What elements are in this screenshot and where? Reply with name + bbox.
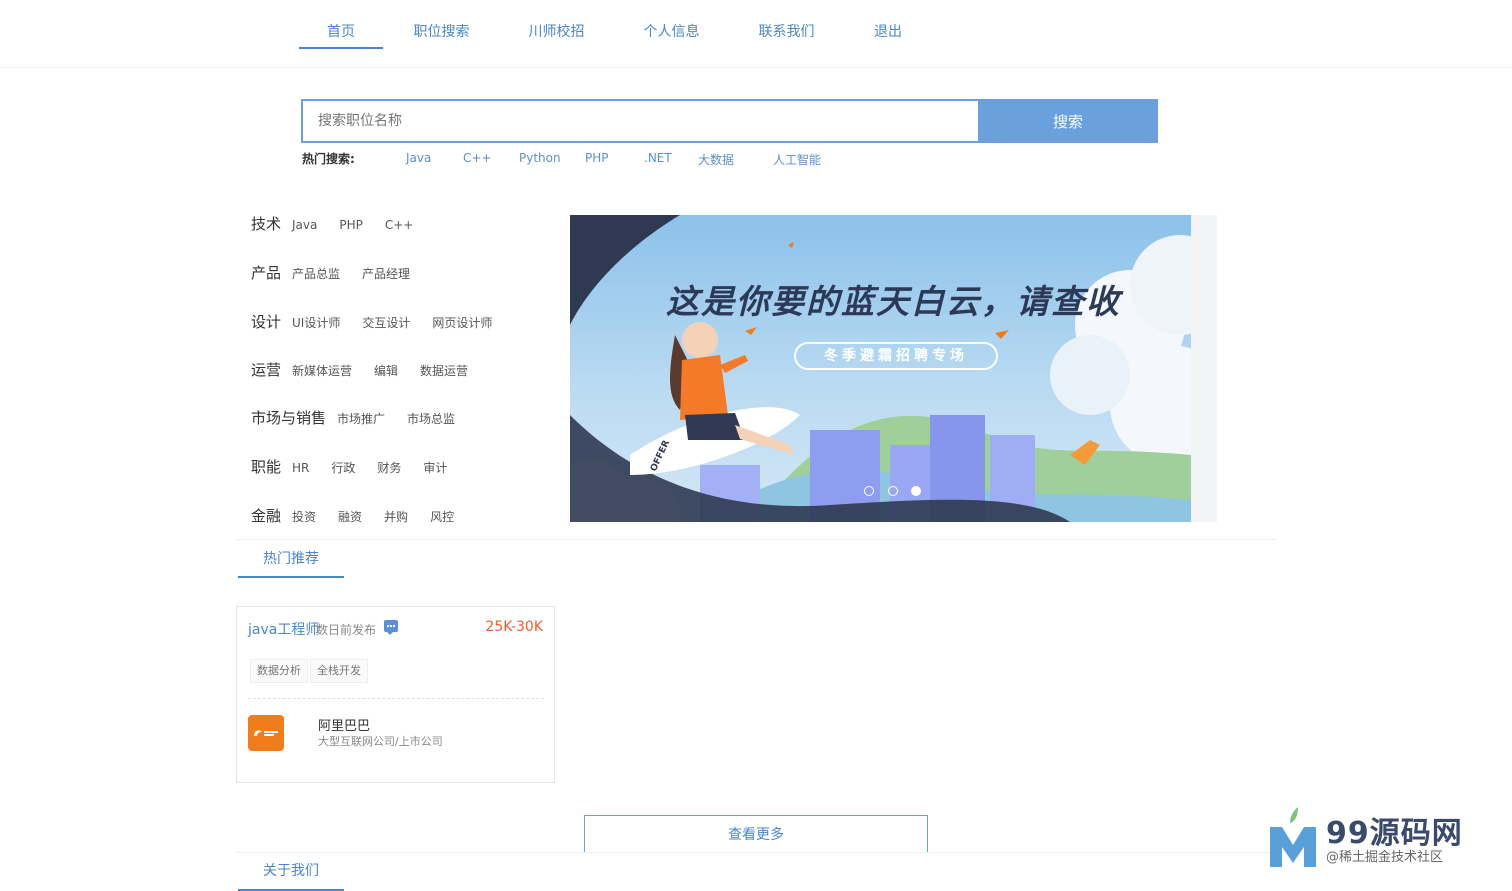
banner-carousel[interactable]: 这是你要的蓝天白云，请查收 冬季避霜招聘专场 OFFER [570,215,1217,522]
banner-slide[interactable]: 这是你要的蓝天白云，请查收 冬季避霜招聘专场 OFFER [570,215,1191,522]
alibaba-logo-icon [254,730,278,736]
hot-keyword-bigdata[interactable]: 大数据 [698,151,734,168]
carousel-dot-3[interactable] [911,486,921,496]
category-link[interactable]: 产品总监 [292,265,340,282]
job-title[interactable]: java工程师 [248,619,319,639]
tab-about-us[interactable]: 关于我们 [238,860,344,891]
company-description: 大型互联网公司/上市公司 [318,735,443,748]
search-bar: 搜索 [301,99,1158,143]
carousel-dot-2[interactable] [888,486,898,496]
nav-item-logout[interactable]: 退出 [866,0,910,50]
section-divider [237,539,1276,540]
category-product: 产品 产品总监 产品经理 [251,262,432,286]
category-link[interactable]: Java [292,218,317,232]
carousel-dot-1[interactable] [864,486,874,496]
category-title: 运营 [251,361,282,379]
category-title: 产品 [251,264,282,282]
category-design: 设计 UI设计师 交互设计 网页设计师 [251,311,514,335]
category-link[interactable]: 风控 [430,508,454,525]
card-divider [248,698,544,699]
banner-subtitle: 冬季避霜招聘专场 [794,342,998,370]
search-button[interactable]: 搜索 [978,99,1158,143]
company-logo[interactable] [248,715,284,751]
category-title: 设计 [251,313,282,331]
hot-keyword-ai[interactable]: 人工智能 [773,151,821,168]
nav-item-home[interactable]: 首页 [299,0,383,49]
category-title: 金融 [251,507,282,525]
job-card[interactable]: java工程师 数日前发布 25K-30K 数据分析 全栈开发 阿里巴巴 大型互… [236,606,555,783]
category-link[interactable]: UI设计师 [292,314,340,331]
category-link[interactable]: PHP [339,218,363,232]
category-link[interactable]: 新媒体运营 [292,362,352,379]
category-link[interactable]: 数据运营 [420,362,468,379]
job-tag: 数据分析 [250,659,308,683]
category-link[interactable]: 融资 [338,508,362,525]
watermark-subtext: @稀土掘金技术社区 [1326,850,1444,865]
view-more-button[interactable]: 查看更多 [584,815,928,853]
job-date: 数日前发布 [316,623,377,637]
category-link[interactable]: 并购 [384,508,408,525]
section-divider [237,852,1276,853]
job-salary: 25K-30K [485,619,543,635]
category-link[interactable]: HR [292,461,309,475]
search-input[interactable] [301,99,978,143]
job-tag: 全栈开发 [310,659,368,683]
category-title: 市场与销售 [251,409,327,427]
category-link[interactable]: 市场总监 [407,410,455,427]
banner-title: 这是你要的蓝天白云，请查收 [666,282,1121,321]
hot-search-label: 热门搜索: [302,152,355,166]
category-link[interactable]: 编辑 [374,362,398,379]
category-operations: 运营 新媒体运营 编辑 数据运营 [251,359,490,383]
category-link[interactable]: 财务 [377,459,401,476]
category-link[interactable]: 审计 [423,459,447,476]
category-title: 技术 [251,215,282,233]
hot-keyword-python[interactable]: Python [519,151,561,165]
watermark-logo-icon [1270,807,1316,867]
nav-item-campus-recruit[interactable]: 川师校招 [520,0,593,50]
company-name[interactable]: 阿里巴巴 [318,715,370,734]
category-finance: 金融 投资 融资 并购 风控 [251,505,476,529]
nav-item-contact[interactable]: 联系我们 [750,0,823,50]
category-link[interactable]: 行政 [331,459,355,476]
category-link[interactable]: C++ [385,218,414,232]
nav-item-profile[interactable]: 个人信息 [635,0,708,50]
category-link[interactable]: 市场推广 [337,410,385,427]
category-link[interactable]: 产品经理 [362,265,410,282]
nav-item-job-search[interactable]: 职位搜索 [405,0,478,50]
hot-keyword-cpp[interactable]: C++ [463,151,492,165]
category-functions: 职能 HR 行政 财务 审计 [251,456,469,480]
hot-keyword-dotnet[interactable]: .NET [644,151,672,165]
category-title: 职能 [251,458,282,476]
chat-icon[interactable] [384,620,398,635]
top-navigation: 首页 职位搜索 川师校招 个人信息 联系我们 退出 [0,0,1512,68]
hot-keyword-java[interactable]: Java [406,151,431,165]
category-marketing-sales: 市场与销售 市场推广 市场总监 [251,407,477,431]
category-link[interactable]: 网页设计师 [432,314,492,331]
tab-hot-recommend[interactable]: 热门推荐 [238,548,344,578]
category-link[interactable]: 交互设计 [362,314,410,331]
category-link[interactable]: 投资 [292,508,316,525]
category-tech: 技术 Java PHP C++ [251,213,435,237]
hot-keyword-php[interactable]: PHP [585,151,609,165]
